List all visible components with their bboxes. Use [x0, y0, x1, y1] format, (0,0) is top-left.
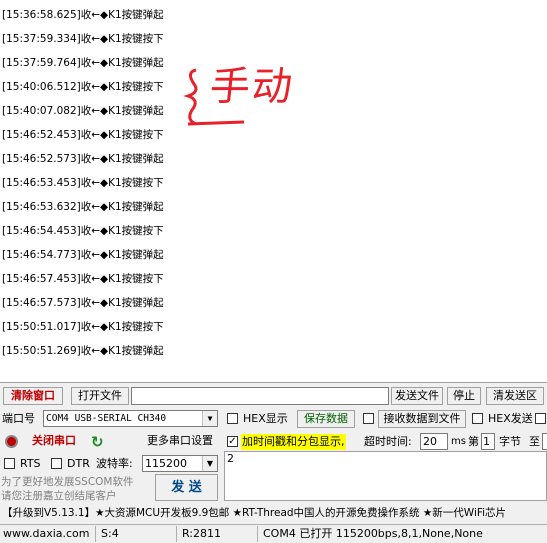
status-port: COM4 已打开 115200bps,8,1,None,None [263, 527, 483, 540]
promo-text[interactable]: 为了更好地发展SSCOM软件 请您注册嘉立创结尾客户 [1, 475, 134, 503]
open-file-button[interactable]: 打开文件 [71, 387, 129, 405]
recv-to-file-checkbox[interactable] [363, 413, 374, 424]
extra-checkbox[interactable] [535, 413, 546, 424]
timestamp-checkbox[interactable]: ✓ [227, 436, 238, 447]
byte-label: 字节 [499, 435, 521, 448]
close-port-button[interactable]: 关闭串口 [22, 433, 86, 452]
to-label: 至 [529, 435, 540, 448]
refresh-icon[interactable]: ↻ [91, 434, 107, 450]
baud-label: 波特率: [96, 457, 133, 470]
file-path-input[interactable] [131, 387, 389, 405]
control-panel: 清除窗口 打开文件 发送文件 停止 清发送区 端口号 COM4 USB-SERI… [0, 382, 547, 543]
baud-select-value: 115200 [145, 457, 187, 470]
port-select-value: COM4 USB-SERIAL CH340 [46, 413, 167, 424]
log-line: [15:46:52.573]收←◆K1按键弹起 [2, 153, 164, 165]
timeout-label: 超时时间: [364, 435, 412, 448]
frame-label: 第 [468, 435, 479, 448]
hex-display-checkbox[interactable] [227, 413, 238, 424]
rts-label: RTS [20, 457, 41, 470]
timeout-input[interactable]: 20 [420, 433, 448, 450]
news-ticker[interactable]: 【升级到V5.13.1】★大资源MCU开发板9.9包邮 ★RT-Thread中国… [2, 505, 547, 521]
send-file-button[interactable]: 发送文件 [391, 387, 443, 405]
clear-window-button[interactable]: 清除窗口 [3, 387, 63, 405]
status-recv-count: R:2811 [179, 526, 258, 542]
log-line: [15:37:59.334]收←◆K1按键按下 [2, 33, 164, 45]
log-line: [15:46:57.453]收←◆K1按键按下 [2, 273, 164, 285]
log-line: [15:50:51.269]收←◆K1按键弹起 [2, 345, 164, 357]
log-line: [15:40:07.082]收←◆K1按键弹起 [2, 105, 164, 117]
timestamp-label: 加时间戳和分包显示, [241, 434, 346, 450]
log-line: [15:46:53.632]收←◆K1按键弹起 [2, 201, 164, 213]
send-textarea[interactable]: 2 [224, 451, 547, 501]
log-line: [15:40:06.512]收←◆K1按键按下 [2, 81, 164, 93]
dtr-checkbox[interactable] [51, 458, 62, 469]
log-line: [15:46:54.453]收←◆K1按键按下 [2, 225, 164, 237]
send-button[interactable]: 发 送 [155, 474, 218, 501]
log-line: [15:46:54.773]收←◆K1按键弹起 [2, 249, 164, 261]
clear-send-button[interactable]: 清发送区 [486, 387, 544, 405]
stop-button[interactable]: 停止 [447, 387, 481, 405]
dtr-label: DTR [67, 457, 90, 470]
log-line: [15:36:58.625]收←◆K1按键弹起 [2, 9, 164, 21]
log-line: [15:46:52.453]收←◆K1按键按下 [2, 129, 164, 141]
port-label: 端口号 [2, 412, 35, 425]
log-line: [15:46:57.573]收←◆K1按键弹起 [2, 297, 164, 309]
frame-input[interactable]: 1 [481, 433, 495, 450]
hex-send-label: HEX发送 [488, 412, 533, 425]
more-port-settings-button[interactable]: 更多串口设置 [142, 433, 218, 451]
log-line: [15:46:53.453]收←◆K1按键按下 [2, 177, 164, 189]
handwritten-note: 手动 [207, 64, 297, 110]
chevron-down-icon: ▼ [202, 456, 217, 471]
log-line: [15:37:59.764]收←◆K1按键弹起 [2, 57, 164, 69]
timeout-unit: ms [451, 436, 466, 447]
recv-to-file-button[interactable]: 接收数据到文件 [378, 410, 466, 428]
save-data-button[interactable]: 保存数据 [297, 410, 355, 428]
status-bar: www.daxia.com S:4 R:2811 COM4 已打开 115200… [0, 524, 547, 543]
frame-end-input[interactable] [542, 433, 547, 450]
log-line: [15:50:51.017]收←◆K1按键按下 [2, 321, 164, 333]
receive-log[interactable]: [15:36:58.625]收←◆K1按键弹起 [15:37:59.334]收←◆… [0, 0, 547, 382]
baud-select[interactable]: 115200 ▼ [142, 455, 218, 472]
rts-checkbox[interactable] [4, 458, 15, 469]
port-select[interactable]: COM4 USB-SERIAL CH340 ▼ [43, 410, 218, 427]
status-sent-count: S:4 [98, 526, 177, 542]
hex-display-label: HEX显示 [243, 412, 288, 425]
chevron-down-icon: ▼ [202, 411, 217, 426]
port-status-icon [5, 435, 18, 448]
hex-send-checkbox[interactable] [472, 413, 483, 424]
status-site[interactable]: www.daxia.com [0, 526, 96, 542]
